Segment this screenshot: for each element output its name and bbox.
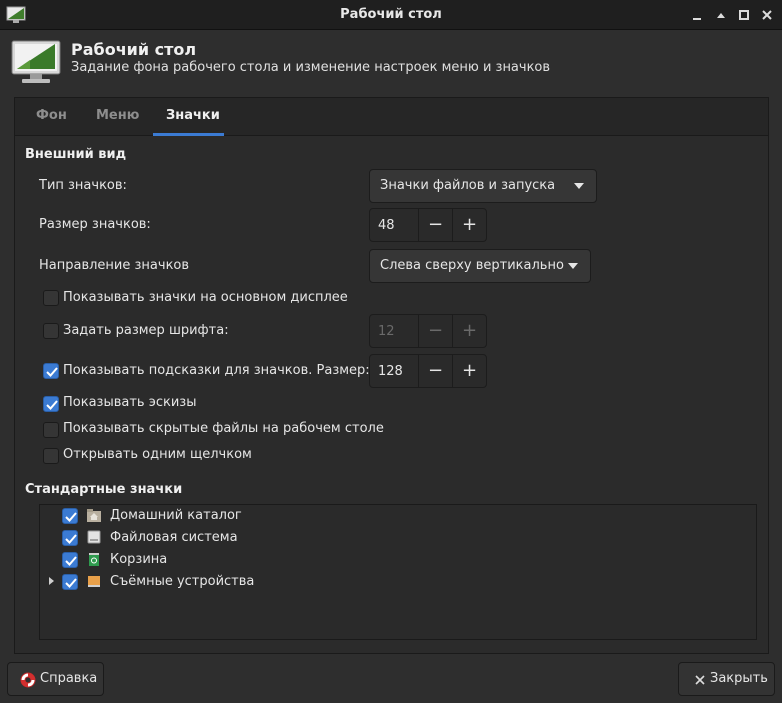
settings-notebook: Фон Меню Значки Внешний вид Тип значков:… xyxy=(14,97,769,654)
home-folder-icon xyxy=(87,509,101,522)
standard-icons-section-title: Стандартные значки xyxy=(25,482,183,497)
checkmark-icon xyxy=(65,534,77,544)
icon-size-value[interactable]: 48 xyxy=(378,218,395,233)
window-titlebar: Рабочий стол xyxy=(0,0,782,30)
tab-icons[interactable]: Значки xyxy=(166,108,220,123)
direction-dropdown[interactable]: Слева сверху вертикально xyxy=(369,249,591,283)
tree-row-home[interactable]: Домашний каталог xyxy=(40,505,756,527)
font-size-spinner: 12 − + xyxy=(369,314,487,348)
trash-checkbox[interactable] xyxy=(62,552,78,568)
tree-item-label: Корзина xyxy=(110,552,168,567)
tooltips-label: Показывать подсказки для значков. Размер… xyxy=(63,363,370,378)
removable-checkbox[interactable] xyxy=(62,574,78,590)
maximize-icon[interactable] xyxy=(737,8,751,22)
desktop-monitor-icon xyxy=(11,40,61,83)
page-title: Рабочий стол xyxy=(71,40,197,59)
tab-background[interactable]: Фон xyxy=(36,108,67,123)
dialog-header: Рабочий стол Задание фона рабочего стола… xyxy=(0,30,782,92)
close-icon[interactable] xyxy=(760,8,774,22)
hidden-files-checkbox[interactable] xyxy=(43,422,59,438)
direction-label: Направление значков xyxy=(39,258,190,273)
icon-type-dropdown[interactable]: Значки файлов и запуска xyxy=(369,169,597,203)
icon-type-value: Значки файлов и запуска xyxy=(380,178,556,193)
tree-row-removable[interactable]: Съёмные устройства xyxy=(40,571,756,593)
single-click-checkbox[interactable] xyxy=(43,448,59,464)
decrement-button: − xyxy=(418,315,452,347)
increment-button[interactable]: + xyxy=(452,209,486,241)
show-on-primary-checkbox[interactable] xyxy=(43,290,59,306)
filesystem-checkbox[interactable] xyxy=(62,530,78,546)
decrement-button[interactable]: − xyxy=(418,355,452,387)
standard-icons-tree[interactable]: Домашний каталог Файловая система Корзин… xyxy=(39,504,757,640)
direction-value: Слева сверху вертикально xyxy=(380,258,564,273)
tab-bar: Фон Меню Значки xyxy=(15,98,768,136)
help-button-label: Справка xyxy=(40,671,98,686)
lifebuoy-icon xyxy=(20,672,36,688)
tree-item-label: Домашний каталог xyxy=(110,508,242,523)
tree-item-label: Съёмные устройства xyxy=(110,574,255,589)
checkmark-icon xyxy=(46,367,58,377)
chevron-down-icon xyxy=(574,183,584,189)
hidden-files-label: Показывать скрытые файлы на рабочем стол… xyxy=(63,421,384,436)
increment-button[interactable]: + xyxy=(452,355,486,387)
thumbnails-label: Показывать эскизы xyxy=(63,395,197,410)
tree-row-filesystem[interactable]: Файловая система xyxy=(40,527,756,549)
tab-menu[interactable]: Меню xyxy=(96,108,139,123)
expand-arrow-icon[interactable] xyxy=(49,577,54,585)
checkmark-icon xyxy=(65,512,77,522)
window-title: Рабочий стол xyxy=(340,7,442,22)
checkmark-icon xyxy=(65,556,77,566)
show-on-primary-label: Показывать значки на основном дисплее xyxy=(63,290,348,305)
close-icon xyxy=(695,675,705,685)
restore-icon[interactable] xyxy=(714,8,728,22)
icon-size-spinner[interactable]: 48 − + xyxy=(369,208,487,242)
minimize-icon[interactable] xyxy=(690,8,704,22)
tooltip-size-value[interactable]: 128 xyxy=(378,364,403,379)
icon-type-label: Тип значков: xyxy=(39,178,127,193)
font-size-label: Задать размер шрифта: xyxy=(63,323,229,338)
increment-button: + xyxy=(452,315,486,347)
chevron-down-icon xyxy=(568,263,578,269)
tree-row-trash[interactable]: Корзина xyxy=(40,549,756,571)
active-tab-indicator xyxy=(153,133,224,136)
checkmark-icon xyxy=(65,578,77,588)
font-size-checkbox[interactable] xyxy=(43,323,59,339)
decrement-button[interactable]: − xyxy=(418,209,452,241)
font-size-value: 12 xyxy=(378,324,395,339)
tree-item-label: Файловая система xyxy=(110,530,238,545)
tooltip-size-spinner[interactable]: 128 − + xyxy=(369,354,487,388)
close-button-label: Закрыть xyxy=(710,671,768,686)
page-subtitle: Задание фона рабочего стола и изменение … xyxy=(71,60,551,75)
icon-size-label: Размер значков: xyxy=(39,217,151,232)
removable-drive-icon xyxy=(88,576,100,587)
checkmark-icon xyxy=(46,400,58,410)
home-checkbox[interactable] xyxy=(62,508,78,524)
help-button[interactable]: Справка xyxy=(7,662,104,696)
appearance-section-title: Внешний вид xyxy=(25,147,127,162)
trash-icon xyxy=(89,553,99,566)
filesystem-drive-icon xyxy=(87,530,101,544)
thumbnails-checkbox[interactable] xyxy=(43,396,59,412)
close-button[interactable]: Закрыть xyxy=(678,662,775,696)
single-click-label: Открывать одним щелчком xyxy=(63,447,252,462)
tooltips-checkbox[interactable] xyxy=(43,363,59,379)
